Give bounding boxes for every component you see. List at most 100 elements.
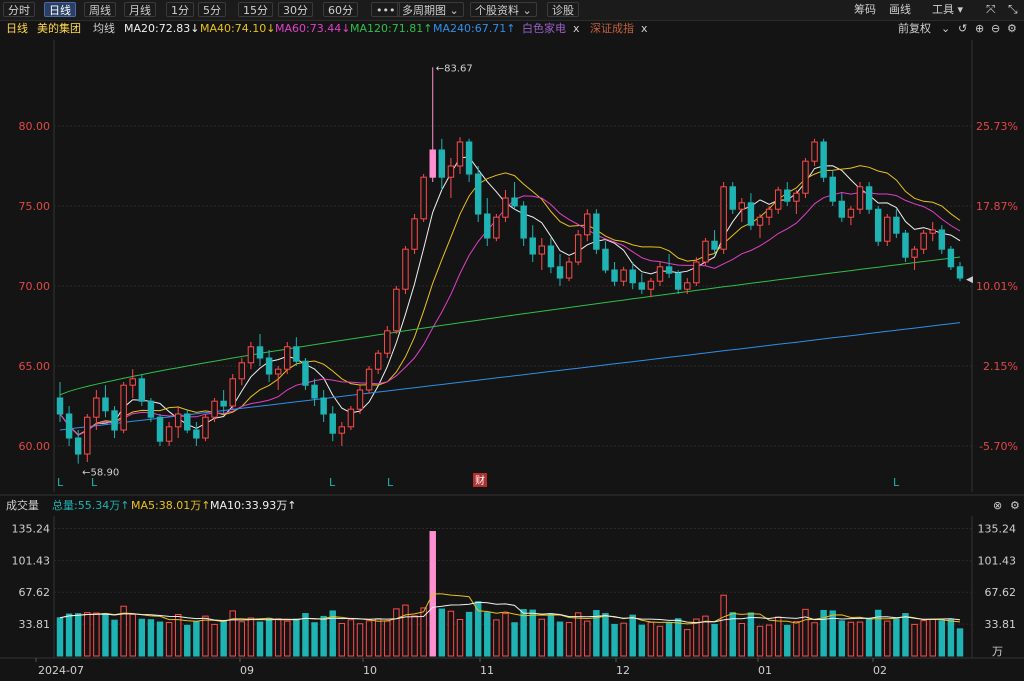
volume-bar bbox=[665, 622, 673, 657]
candle-body bbox=[465, 141, 473, 175]
volume-bar bbox=[811, 622, 818, 657]
candle-body bbox=[320, 397, 327, 415]
candle-body bbox=[584, 213, 591, 236]
volume-unit: 万 bbox=[992, 645, 1003, 658]
candle-body bbox=[447, 165, 455, 178]
volume-bar bbox=[674, 618, 682, 657]
candle-body bbox=[947, 248, 955, 268]
candle-body bbox=[193, 429, 200, 439]
candle-body bbox=[529, 237, 536, 255]
l-marker-2: L bbox=[329, 476, 336, 489]
volume-bar bbox=[302, 613, 309, 657]
candle-body bbox=[665, 266, 673, 274]
pct-tick-1: 17.87% bbox=[976, 200, 1018, 213]
volume-bar bbox=[638, 624, 646, 657]
candle-body bbox=[429, 149, 436, 178]
date-label-3: 11 bbox=[480, 664, 494, 677]
volume-bar bbox=[847, 621, 855, 657]
volume-bar bbox=[356, 623, 364, 657]
pct-tick-3: 2.15% bbox=[983, 360, 1018, 373]
vol-tick-left-3: 33.81 bbox=[19, 618, 51, 631]
candle-body bbox=[347, 408, 355, 428]
candle-body bbox=[693, 261, 700, 284]
candle-body bbox=[847, 208, 855, 218]
candle-body bbox=[911, 248, 918, 258]
vol-tick-left-2: 67.62 bbox=[19, 586, 51, 599]
volume-bar bbox=[238, 621, 246, 657]
volume-bar bbox=[802, 608, 809, 657]
ma-line-ma60 bbox=[59, 191, 961, 436]
candle-body bbox=[647, 280, 655, 290]
candle-body bbox=[874, 208, 882, 242]
candle-body bbox=[220, 400, 227, 407]
high-price-label: ←83.67 bbox=[436, 63, 473, 74]
volume-bar bbox=[574, 612, 582, 657]
candle-body bbox=[111, 410, 118, 431]
candle-body bbox=[165, 426, 173, 442]
candle-body bbox=[929, 229, 936, 234]
volume-bar bbox=[229, 610, 236, 657]
date-label-1: 09 bbox=[240, 664, 254, 677]
vol-tick-right-1: 101.43 bbox=[978, 554, 1017, 567]
candle-body bbox=[902, 232, 909, 258]
candle-body bbox=[629, 269, 636, 284]
candle-body bbox=[120, 384, 127, 431]
volume-bar bbox=[65, 613, 73, 657]
candlestick-chart[interactable]: 80.00 25.73% 75.00 17.87% 70.00 10.01% 65.00 2.… bbox=[0, 0, 1024, 681]
candle-body bbox=[593, 213, 600, 250]
candle-body bbox=[329, 413, 336, 434]
volume-bar bbox=[893, 618, 900, 657]
candle-body bbox=[247, 346, 255, 364]
volume-bar bbox=[584, 620, 591, 657]
price-tick-3: 65.00 bbox=[19, 360, 51, 373]
volume-bar bbox=[620, 622, 627, 657]
candle-body bbox=[493, 216, 500, 239]
candle-body bbox=[256, 346, 264, 359]
volume-bar bbox=[484, 612, 491, 657]
volume-bar bbox=[647, 621, 655, 657]
volume-bar bbox=[838, 620, 846, 657]
candle-body bbox=[802, 160, 809, 194]
volume-bar bbox=[456, 619, 464, 657]
volume-bar bbox=[793, 621, 800, 657]
volume-bar bbox=[738, 622, 746, 657]
volume-bar bbox=[184, 624, 191, 657]
pct-tick-4: -5.70% bbox=[979, 440, 1018, 453]
volume-bar bbox=[320, 615, 327, 657]
candle-body bbox=[756, 216, 764, 226]
price-tick-1: 75.00 bbox=[19, 200, 51, 213]
volume-bar bbox=[93, 612, 100, 657]
volume-bar bbox=[174, 614, 182, 657]
ma-line-ma20 bbox=[59, 156, 961, 436]
candle-body bbox=[638, 282, 646, 290]
candle-body bbox=[484, 213, 491, 239]
candle-body bbox=[274, 368, 282, 375]
volume-bar bbox=[393, 608, 400, 657]
volume-bar bbox=[111, 619, 118, 657]
candle-body bbox=[538, 245, 546, 255]
volume-bar bbox=[529, 609, 536, 657]
volume-bar bbox=[865, 617, 873, 657]
volume-bar bbox=[929, 618, 936, 657]
ma-line-ma240 bbox=[59, 322, 961, 431]
volume-bar bbox=[684, 629, 691, 657]
candle-body bbox=[284, 346, 291, 370]
volume-bar bbox=[538, 618, 546, 657]
candle-body bbox=[793, 192, 800, 202]
candle-body bbox=[184, 413, 191, 431]
candle-body bbox=[784, 189, 791, 202]
candle-body bbox=[829, 176, 836, 202]
volume-bar bbox=[765, 624, 773, 657]
candle-body bbox=[74, 437, 82, 455]
volume-bar bbox=[74, 613, 82, 657]
volume-bar bbox=[220, 620, 227, 657]
candle-body bbox=[84, 416, 91, 455]
candle-body bbox=[420, 176, 427, 220]
candle-body bbox=[684, 282, 691, 290]
candle-body bbox=[174, 413, 182, 428]
vol-tick-right-3: 33.81 bbox=[985, 618, 1017, 631]
volume-bar bbox=[147, 619, 155, 657]
volume-bar bbox=[502, 613, 509, 657]
candle-body bbox=[56, 397, 64, 415]
candle-body bbox=[611, 269, 618, 282]
